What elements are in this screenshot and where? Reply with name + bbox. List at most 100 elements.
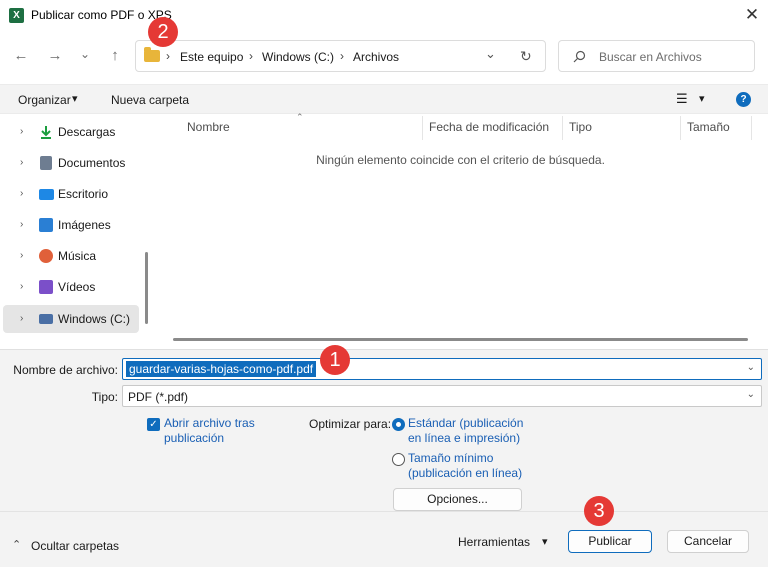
publish-button[interactable]: Publicar [568, 530, 652, 553]
expand-chevron-icon[interactable]: › [20, 219, 23, 230]
expand-chevron-icon[interactable]: › [20, 157, 23, 168]
column-header-name[interactable]: Nombre [187, 120, 230, 134]
hide-folders-button[interactable]: Ocultar carpetas [31, 539, 119, 553]
sidebar-item-label: Documentos [58, 156, 126, 170]
open-after-publish-label-line1[interactable]: Abrir archivo tras [164, 416, 255, 431]
window-title: Publicar como PDF o XPS [31, 8, 172, 22]
desktop-icon [39, 189, 54, 200]
title-bar: X Publicar como PDF o XPS ✕ [0, 0, 768, 32]
sidebar-item-label: Descargas [58, 125, 116, 139]
filename-field[interactable]: guardar-varias-hojas-como-pdf.pdf ⌄ [122, 358, 762, 380]
open-after-publish-label-line2[interactable]: publicación [164, 431, 224, 446]
expand-chevron-icon[interactable]: › [20, 281, 23, 292]
annotation-badge-3: 3 [584, 496, 614, 526]
expand-chevron-icon[interactable]: › [20, 313, 23, 324]
expand-chevron-icon[interactable]: › [20, 250, 23, 261]
sidebar-item-videos[interactable]: › Vídeos [3, 273, 139, 301]
column-divider[interactable] [680, 116, 681, 140]
breadcrumb-separator: › [249, 49, 253, 63]
sidebar-item-documentos[interactable]: › Documentos [3, 149, 139, 177]
breadcrumb-separator: › [340, 49, 344, 63]
breadcrumb-este-equipo[interactable]: Este equipo [180, 50, 243, 64]
up-arrow-icon[interactable]: ↑ [104, 45, 126, 67]
sidebar-item-descargas[interactable]: › Descargas [3, 118, 139, 146]
help-icon[interactable]: ? [736, 92, 751, 107]
sidebar-item-escritorio[interactable]: › Escritorio [3, 180, 139, 208]
organize-button[interactable]: Organizar [18, 93, 71, 107]
column-divider[interactable] [751, 116, 752, 140]
breadcrumb-separator: › [166, 49, 170, 63]
column-divider[interactable] [562, 116, 563, 140]
sidebar-item-label: Música [58, 249, 97, 263]
optimize-for-label: Optimizar para: [309, 417, 392, 431]
cancel-button[interactable]: Cancelar [667, 530, 749, 553]
search-input[interactable]: Buscar en Archivos [599, 50, 702, 64]
view-options-caret-icon[interactable]: ▾ [699, 92, 705, 105]
image-icon [39, 218, 53, 232]
navigation-pane: › Descargas › Documentos › Escritorio › … [0, 114, 152, 348]
sidebar-item-label: Escritorio [58, 187, 109, 201]
tools-button[interactable]: Herramientas [458, 535, 530, 549]
column-header-type[interactable]: Tipo [569, 120, 592, 134]
optimize-minimum-radio[interactable] [392, 453, 405, 466]
column-header-date-modified[interactable]: Fecha de modificación [429, 120, 549, 134]
address-dropdown-chevron-icon[interactable]: ⌄ [485, 46, 496, 62]
sidebar-item-label: Vídeos [58, 280, 96, 294]
music-icon [39, 249, 53, 263]
back-arrow-icon[interactable]: ← [10, 45, 32, 67]
sidebar-item-windows-c[interactable]: › Windows (C:) [3, 305, 139, 333]
close-icon[interactable]: ✕ [742, 5, 762, 25]
filename-input-selected-text[interactable]: guardar-varias-hojas-como-pdf.pdf [126, 361, 317, 377]
video-icon [39, 280, 53, 294]
optimize-standard-radio[interactable] [392, 418, 405, 431]
search-icon [573, 50, 586, 63]
tools-caret-icon[interactable]: ▾ [542, 535, 548, 548]
footer-divider [0, 511, 768, 512]
forward-arrow-icon[interactable]: → [44, 45, 66, 67]
type-label: Tipo: [91, 390, 118, 404]
file-type-dropdown-chevron-icon[interactable]: ⌄ [747, 389, 755, 400]
empty-list-message: Ningún elemento coincide con el criterio… [316, 153, 605, 167]
recent-locations-chevron-icon[interactable]: ⌄ [74, 43, 96, 65]
folder-icon [144, 47, 160, 62]
sidebar-item-label: Windows (C:) [58, 312, 131, 326]
expand-chevron-icon[interactable]: › [20, 126, 23, 137]
file-list[interactable]: Nombre ⌃ Fecha de modificación Tipo Tama… [153, 112, 768, 348]
view-options-icon[interactable]: ☰ [676, 91, 688, 107]
download-icon [41, 126, 51, 139]
sidebar-item-imagenes[interactable]: › Imágenes [3, 211, 139, 239]
navigation-scrollbar[interactable] [145, 252, 148, 324]
hide-folders-chevron-icon[interactable]: ⌃ [12, 538, 21, 551]
organize-caret-icon[interactable]: ▾ [72, 92, 78, 105]
file-type-value: PDF (*.pdf) [128, 390, 189, 404]
drive-icon [39, 314, 53, 324]
file-type-select[interactable]: PDF (*.pdf) ⌄ [122, 385, 762, 407]
optimize-standard-label-line2[interactable]: en línea e impresión) [408, 431, 520, 446]
new-folder-button[interactable]: Nueva carpeta [111, 93, 189, 107]
horizontal-scrollbar[interactable] [173, 338, 748, 341]
save-options-panel: Nombre de archivo: guardar-varias-hojas-… [0, 349, 768, 567]
expand-chevron-icon[interactable]: › [20, 188, 23, 199]
optimize-minimum-label-line1[interactable]: Tamaño mínimo [408, 451, 493, 466]
search-box[interactable]: Buscar en Archivos [558, 40, 755, 72]
options-button[interactable]: Opciones... [393, 488, 522, 511]
excel-app-icon: X [9, 8, 24, 23]
sidebar-item-musica[interactable]: › Música [3, 242, 139, 270]
open-after-publish-checkbox[interactable]: ✓ [147, 418, 160, 431]
optimize-minimum-label-line2[interactable]: (publicación en línea) [408, 466, 522, 481]
sort-ascending-icon: ⌃ [296, 112, 304, 122]
column-divider[interactable] [422, 116, 423, 140]
filename-label: Nombre de archivo: [13, 363, 118, 377]
sidebar-item-label: Imágenes [58, 218, 111, 232]
filename-dropdown-chevron-icon[interactable]: ⌄ [747, 362, 755, 373]
refresh-icon[interactable]: ↻ [520, 48, 532, 65]
optimize-standard-label-line1[interactable]: Estándar (publicación [408, 416, 523, 431]
address-bar[interactable]: › Este equipo › Windows (C:) › Archivos … [135, 40, 546, 72]
annotation-badge-1: 1 [320, 345, 350, 375]
annotation-badge-2: 2 [148, 17, 178, 47]
breadcrumb-archivos[interactable]: Archivos [353, 50, 399, 64]
command-bar: Organizar ▾ Nueva carpeta ☰ ▾ ? [0, 84, 768, 114]
column-header-size[interactable]: Tamaño [687, 120, 730, 134]
breadcrumb-windows-c[interactable]: Windows (C:) [262, 50, 334, 64]
document-icon [40, 156, 52, 170]
